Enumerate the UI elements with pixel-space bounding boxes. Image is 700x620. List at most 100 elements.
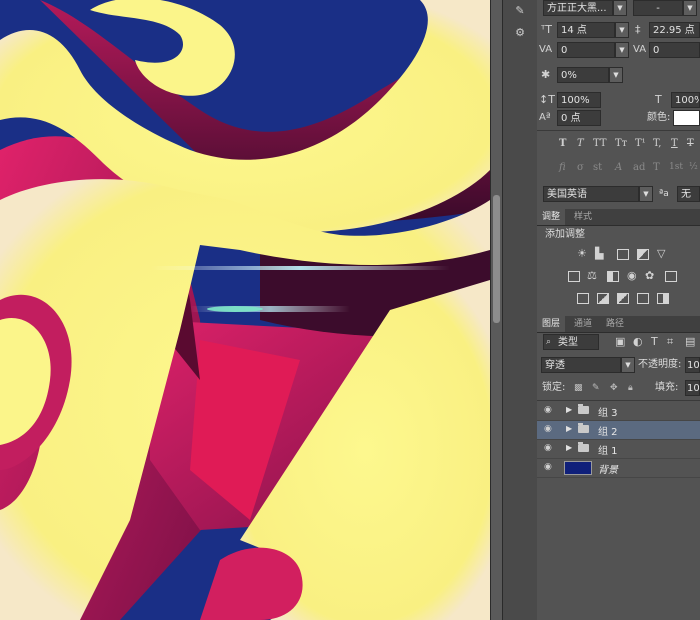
horizontal-scale-field[interactable]: 100% xyxy=(671,92,700,108)
document-canvas[interactable] xyxy=(0,0,490,620)
faux-italic-button[interactable]: T xyxy=(577,138,584,149)
font-size-dropdown-icon[interactable]: ▼ xyxy=(615,22,629,38)
right-panel-dock: 方正正大黑... ▼ - ▼ ᵀT 14 点 ▼ ‡ 22.95 点 VA 0 … xyxy=(537,0,700,620)
black-white-icon[interactable] xyxy=(607,271,619,282)
font-style-dropdown-icon[interactable]: ▼ xyxy=(683,0,697,16)
artwork xyxy=(0,0,490,620)
layer-name: 背景 xyxy=(598,465,618,476)
channel-mixer-icon[interactable]: ✿ xyxy=(645,269,654,283)
photo-filter-icon[interactable]: ◉ xyxy=(627,269,637,283)
lock-image-icon[interactable]: ✎ xyxy=(592,383,602,393)
tab-layers[interactable]: 图层 xyxy=(537,316,566,332)
selective-color-icon[interactable] xyxy=(637,293,649,304)
stylistic-alternates-button[interactable]: ad xyxy=(633,162,645,173)
horizontal-scale-icon: T xyxy=(655,93,662,106)
blend-mode-select[interactable]: 穿透 xyxy=(541,357,621,373)
all-caps-button[interactable]: TT xyxy=(593,138,607,149)
layers-tabbar: 图层 通道 路径 xyxy=(537,316,700,333)
folder-icon xyxy=(578,442,589,452)
expand-arrow-icon[interactable]: ▶ xyxy=(566,405,572,414)
visibility-eye-icon[interactable]: ◉ xyxy=(544,443,554,453)
tsume-dropdown-icon[interactable]: ▼ xyxy=(609,67,623,83)
visibility-eye-icon[interactable]: ◉ xyxy=(544,462,554,472)
titling-alternates-button[interactable]: T xyxy=(653,162,660,173)
opacity-field[interactable]: 100 xyxy=(685,357,700,373)
scrollbar-thumb[interactable] xyxy=(493,195,500,323)
layer-filter-select[interactable]: 类型 xyxy=(543,334,599,350)
paragraph-panel-icon[interactable]: ⚙ xyxy=(511,26,529,40)
kerning-field[interactable]: 0 xyxy=(557,42,615,58)
blend-mode-dropdown-icon[interactable]: ▼ xyxy=(621,357,635,373)
visibility-eye-icon[interactable]: ◉ xyxy=(544,424,554,434)
layer-row-selected[interactable]: ◉ ▶ 组 2 xyxy=(537,421,700,440)
kerning-dropdown-icon[interactable]: ▼ xyxy=(615,42,629,58)
leading-field[interactable]: 22.95 点 xyxy=(649,22,700,38)
visibility-eye-icon[interactable]: ◉ xyxy=(544,405,554,415)
filter-adjustment-icon[interactable]: ◐ xyxy=(633,335,643,349)
font-size-icon: ᵀT xyxy=(541,23,552,36)
color-lookup-icon[interactable] xyxy=(665,271,677,282)
threshold-icon[interactable] xyxy=(617,293,629,304)
swash-button[interactable]: A xyxy=(615,162,622,173)
hue-saturation-icon[interactable] xyxy=(568,271,580,282)
filter-pixel-icon[interactable]: ▣ xyxy=(615,335,625,349)
invert-icon[interactable] xyxy=(577,293,589,304)
gradient-map-icon[interactable] xyxy=(657,293,669,304)
language-select[interactable]: 美国英语 xyxy=(543,186,639,202)
expand-arrow-icon[interactable]: ▶ xyxy=(566,443,572,452)
lock-all-icon[interactable]: 🔒︎ xyxy=(628,383,638,393)
posterize-icon[interactable] xyxy=(597,293,609,304)
ligatures-button[interactable]: fi xyxy=(559,162,566,173)
font-size-field[interactable]: 14 点 xyxy=(557,22,615,38)
font-style-select[interactable]: - xyxy=(633,0,683,16)
tab-paths[interactable]: 路径 xyxy=(601,316,629,332)
curves-icon[interactable] xyxy=(617,249,629,260)
levels-icon[interactable]: ▙ xyxy=(595,247,603,261)
lock-transparent-icon[interactable]: ▩ xyxy=(574,383,584,393)
font-row: 方正正大黑... ▼ - ▼ xyxy=(537,0,700,22)
filter-type-icon[interactable]: T xyxy=(651,335,658,349)
layer-row[interactable]: ◉ ▶ 组 1 xyxy=(537,440,700,459)
ordinals-button[interactable]: 1st xyxy=(669,162,683,172)
tab-styles[interactable]: 样式 xyxy=(569,209,597,225)
vertical-scale-icon: ↕T xyxy=(539,93,555,106)
lock-position-icon[interactable]: ✥ xyxy=(610,383,620,393)
text-color-swatch[interactable] xyxy=(673,110,700,126)
exposure-icon[interactable] xyxy=(637,249,649,260)
tab-adjustments[interactable]: 调整 xyxy=(537,209,566,225)
character-panel-icon[interactable]: ✎ xyxy=(511,4,529,18)
vertical-scale-field[interactable]: 100% xyxy=(557,92,601,108)
antialias-select[interactable]: 无 xyxy=(677,186,700,202)
small-caps-button[interactable]: Tт xyxy=(615,138,627,149)
font-family-dropdown-icon[interactable]: ▼ xyxy=(613,0,627,16)
vibrance-icon[interactable]: ▽ xyxy=(657,247,665,261)
tab-channels[interactable]: 通道 xyxy=(569,316,597,332)
contextual-alternates-button[interactable]: σ xyxy=(577,162,584,173)
baseline-shift-field[interactable]: 0 点 xyxy=(557,110,601,126)
layer-row[interactable]: ◉ 背景 xyxy=(537,459,700,478)
faux-bold-button[interactable]: T xyxy=(559,138,566,149)
subscript-button[interactable]: T, xyxy=(653,138,661,149)
superscript-button[interactable]: T¹ xyxy=(635,138,646,149)
language-dropdown-icon[interactable]: ▼ xyxy=(639,186,653,202)
filter-shape-icon[interactable]: ⌗ xyxy=(667,335,673,349)
underline-button[interactable]: T xyxy=(671,138,678,149)
tsume-field[interactable]: 0% xyxy=(557,67,609,83)
expand-arrow-icon[interactable]: ▶ xyxy=(566,424,572,433)
brightness-contrast-icon[interactable]: ☀ xyxy=(577,247,587,261)
blend-row: 穿透 ▼ 不透明度: 100 xyxy=(537,357,700,379)
antialias-icon: ªa xyxy=(659,189,669,199)
color-label: 颜色: xyxy=(647,112,671,123)
tsume-row: ✱ 0% ▼ xyxy=(537,67,700,89)
fractions-button[interactable]: ½ xyxy=(689,162,698,172)
layer-row[interactable]: ◉ ▶ 组 3 xyxy=(537,402,700,421)
adjustments-tabbar: 调整 样式 xyxy=(537,209,700,226)
divider xyxy=(537,130,700,131)
color-balance-icon[interactable]: ⚖ xyxy=(587,269,597,283)
tracking-field[interactable]: 0 xyxy=(649,42,700,58)
strikethrough-button[interactable]: T xyxy=(687,138,694,149)
filter-smart-object-icon[interactable]: ▤ xyxy=(685,335,695,349)
discretionary-ligatures-button[interactable]: st xyxy=(593,162,602,173)
fill-field[interactable]: 100 xyxy=(685,380,700,396)
font-family-select[interactable]: 方正正大黑... xyxy=(543,0,613,16)
